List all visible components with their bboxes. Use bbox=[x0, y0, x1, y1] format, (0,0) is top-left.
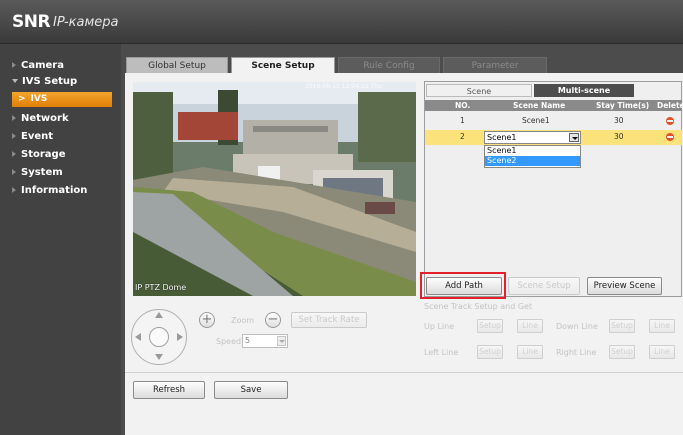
sidebar-item-event[interactable]: Event bbox=[0, 128, 121, 146]
speed-label: Speed bbox=[216, 337, 242, 346]
tab-scene[interactable]: Scene bbox=[426, 84, 532, 97]
sidebar: Camera IVS Setup > IVS Network Event Stor… bbox=[0, 44, 121, 435]
tab-global-setup[interactable]: Global Setup bbox=[126, 57, 228, 73]
up-line-line-button[interactable]: Line bbox=[517, 319, 543, 333]
scene-list-box bbox=[424, 81, 682, 297]
left-line-line-button[interactable]: Line bbox=[517, 345, 543, 359]
left-line-setup-button[interactable]: Setup bbox=[477, 345, 503, 359]
row1-stay: 30 bbox=[614, 116, 624, 125]
zoom-label: Zoom bbox=[231, 316, 255, 325]
chevron-down-icon[interactable] bbox=[277, 336, 286, 346]
arrow-right-icon[interactable] bbox=[177, 333, 183, 341]
divider bbox=[125, 372, 683, 373]
up-line-label: Up Line bbox=[424, 322, 455, 331]
row2-no: 2 bbox=[460, 132, 465, 141]
track-title: Scene Track Setup and Get bbox=[424, 302, 533, 311]
ptz-center-button[interactable] bbox=[149, 327, 169, 347]
zoom-in-button[interactable]: + bbox=[199, 312, 215, 328]
camera-scene-image bbox=[133, 82, 416, 296]
down-line-line-button[interactable]: Line bbox=[649, 319, 675, 333]
highlight-box bbox=[420, 272, 506, 299]
sidebar-item-information[interactable]: Information bbox=[0, 182, 121, 200]
sidebar-item-storage[interactable]: Storage bbox=[0, 146, 121, 164]
expand-arrow-icon bbox=[12, 187, 16, 193]
video-overlay-text: IP PTZ Dome bbox=[135, 283, 187, 292]
tab-rule-config[interactable]: Rule Config bbox=[338, 57, 440, 73]
sidebar-item-ivs-setup[interactable]: IVS Setup bbox=[0, 73, 121, 91]
delete-icon[interactable] bbox=[666, 117, 674, 125]
up-line-setup-button[interactable]: Setup bbox=[477, 319, 503, 333]
row1-name: Scene1 bbox=[522, 116, 550, 125]
chevron-down-icon[interactable] bbox=[569, 133, 579, 142]
dropdown-option-scene2[interactable]: Scene2 bbox=[485, 156, 580, 166]
col-stay-time: Stay Time(s) bbox=[596, 101, 650, 110]
zoom-out-button[interactable]: − bbox=[265, 312, 281, 328]
tab-parameter[interactable]: Parameter bbox=[443, 57, 547, 73]
left-line-label: Left Line bbox=[424, 348, 459, 357]
right-line-setup-button[interactable]: Setup bbox=[609, 345, 635, 359]
scene-name-select[interactable]: Scene1 bbox=[484, 131, 581, 144]
arrow-down-icon[interactable] bbox=[155, 354, 163, 360]
expand-arrow-icon bbox=[12, 151, 16, 157]
expand-arrow-icon bbox=[12, 62, 16, 68]
live-video[interactable] bbox=[133, 82, 416, 296]
arrow-up-icon[interactable] bbox=[155, 312, 163, 318]
expand-arrow-icon bbox=[12, 115, 16, 121]
row1-no: 1 bbox=[460, 116, 465, 125]
save-button[interactable]: Save bbox=[214, 381, 288, 399]
active-arrow-icon: > bbox=[18, 94, 26, 104]
refresh-button[interactable]: Refresh bbox=[133, 381, 205, 399]
dropdown-option-scene1[interactable]: Scene1 bbox=[485, 146, 580, 156]
row2-stay: 30 bbox=[614, 132, 624, 141]
col-scene-name: Scene Name bbox=[513, 101, 566, 110]
col-no: NO. bbox=[455, 101, 471, 110]
arrow-left-icon[interactable] bbox=[135, 333, 141, 341]
product-title: IP-камера bbox=[53, 15, 119, 30]
expand-arrow-icon bbox=[12, 169, 16, 175]
down-line-label: Down Line bbox=[556, 322, 598, 331]
sidebar-item-ivs[interactable]: > IVS bbox=[12, 92, 112, 107]
collapse-arrow-icon bbox=[12, 79, 18, 83]
tab-multi-scene[interactable]: Multi-scene bbox=[534, 84, 634, 97]
col-delete: Delete bbox=[657, 101, 683, 110]
tab-scene-setup[interactable]: Scene Setup bbox=[231, 57, 335, 74]
set-track-rate-button[interactable]: Set Track Rate bbox=[291, 312, 367, 328]
expand-arrow-icon bbox=[12, 133, 16, 139]
video-timestamp: 2016-08-11 12:04:22 Thu bbox=[305, 83, 382, 90]
preview-scene-button[interactable]: Preview Scene bbox=[587, 277, 662, 295]
right-line-line-button[interactable]: Line bbox=[649, 345, 675, 359]
right-line-label: Right Line bbox=[556, 348, 597, 357]
sidebar-item-network[interactable]: Network bbox=[0, 110, 121, 128]
brand-logo: SNR bbox=[12, 12, 51, 32]
down-line-setup-button[interactable]: Setup bbox=[609, 319, 635, 333]
delete-icon[interactable] bbox=[666, 133, 674, 141]
sidebar-item-system[interactable]: System bbox=[0, 164, 121, 182]
scene-setup-button[interactable]: Scene Setup bbox=[508, 277, 580, 295]
